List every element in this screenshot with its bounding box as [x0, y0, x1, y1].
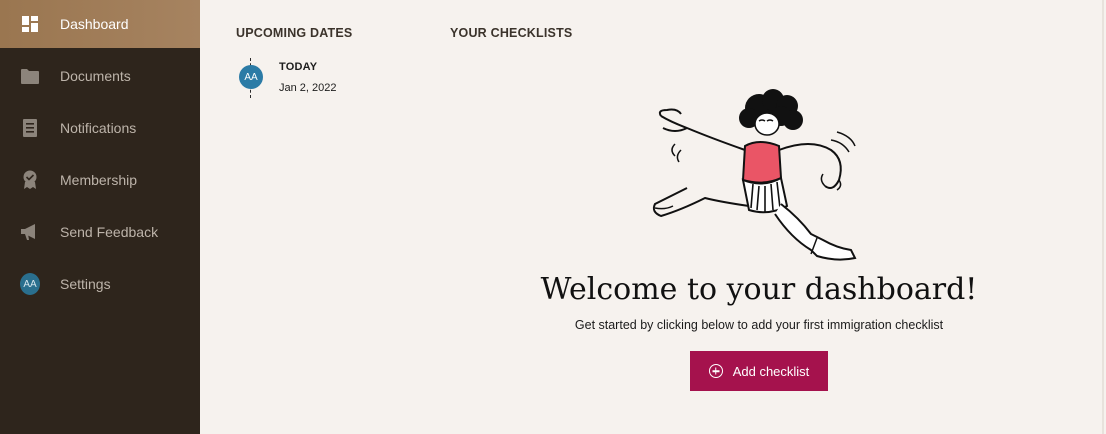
- folder-icon: [20, 66, 40, 86]
- sidebar-item-documents[interactable]: Documents: [0, 52, 200, 100]
- sidebar-item-dashboard[interactable]: Dashboard: [0, 0, 200, 48]
- sidebar-item-label: Membership: [60, 172, 138, 188]
- settings-avatar: AA: [20, 273, 40, 295]
- sidebar-item-membership[interactable]: Membership: [0, 156, 200, 204]
- upcoming-dates-title: UPCOMING DATES: [236, 26, 353, 40]
- upcoming-date-value: Jan 2, 2022: [279, 82, 337, 94]
- add-checklist-label: Add checklist: [732, 363, 810, 379]
- scroll-edge: [1102, 0, 1104, 434]
- plus-circle-icon: [708, 364, 723, 378]
- add-checklist-button[interactable]: Add checklist: [690, 351, 828, 391]
- running-person-illustration: [652, 89, 857, 261]
- sidebar-item-settings[interactable]: AA Settings: [0, 260, 200, 308]
- avatar: AA: [20, 273, 40, 295]
- membership-badge-icon: [20, 170, 40, 190]
- notifications-icon: [20, 118, 40, 138]
- your-checklists-title: YOUR CHECKLISTS: [450, 26, 573, 40]
- upcoming-date-label: TODAY: [279, 61, 318, 73]
- main-content: UPCOMING DATES YOUR CHECKLISTS AA TODAY …: [201, 0, 1104, 434]
- sidebar-item-label: Settings: [60, 276, 111, 292]
- sidebar-item-label: Send Feedback: [60, 224, 159, 240]
- sidebar-item-send-feedback[interactable]: Send Feedback: [0, 208, 200, 256]
- sidebar-item-label: Dashboard: [60, 16, 129, 32]
- sidebar-item-notifications[interactable]: Notifications: [0, 104, 200, 152]
- welcome-subtitle: Get started by clicking below to add you…: [574, 318, 944, 332]
- sidebar-item-label: Notifications: [60, 120, 137, 136]
- sidebar-item-label: Documents: [60, 68, 131, 84]
- avatar: AA: [239, 65, 263, 89]
- sidebar: Dashboard Documents Notifications Member…: [0, 0, 200, 434]
- dashboard-grid-icon: [20, 14, 40, 34]
- welcome-title: Welcome to your dashboard!: [540, 272, 978, 307]
- megaphone-icon: [20, 222, 40, 242]
